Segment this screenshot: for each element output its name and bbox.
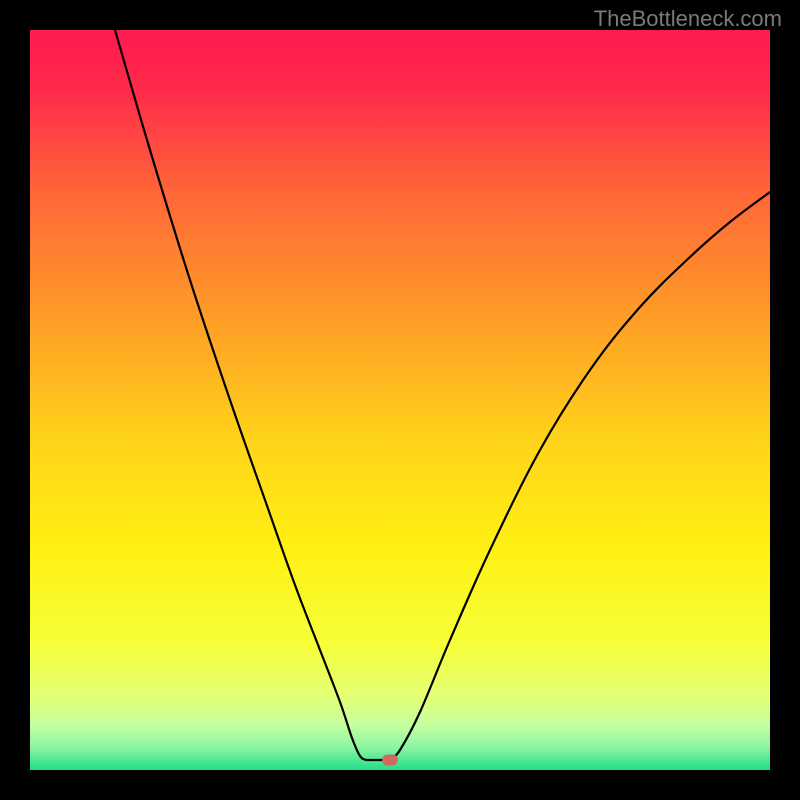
plot-area [30,30,770,770]
bottleneck-curve [30,30,770,770]
optimum-marker [382,755,398,766]
watermark-text: TheBottleneck.com [594,6,782,32]
